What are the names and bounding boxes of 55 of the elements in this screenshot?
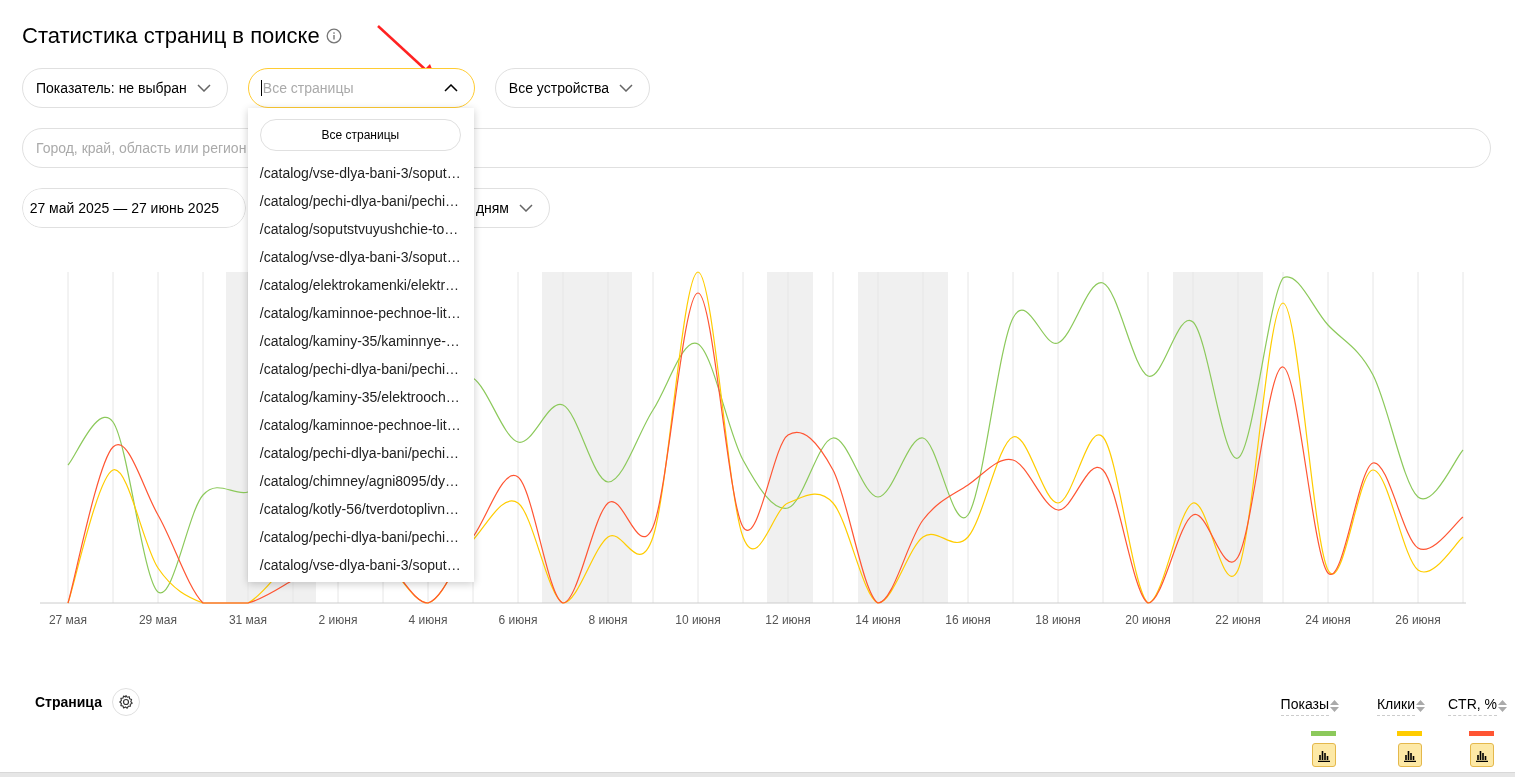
metric-select[interactable]: Показатель: не выбран bbox=[22, 68, 228, 108]
device-select[interactable]: Все устройства bbox=[494, 68, 650, 108]
column-header: Страница bbox=[35, 694, 102, 710]
axis-label: 2 июня bbox=[318, 613, 358, 627]
axis-label: 10 июня bbox=[675, 613, 721, 627]
axis-label: 31 мая bbox=[228, 613, 268, 627]
settings-icon bbox=[117, 694, 134, 710]
dropdown-option[interactable]: /catalog/kaminnoe-pechnoe-lit… bbox=[247, 411, 474, 439]
dropdown-option[interactable]: /catalog/kotly-56/tverdotoplivn… bbox=[247, 495, 474, 523]
bar-chart-icon bbox=[1317, 748, 1331, 762]
date-range-select[interactable]: 27 май 2025 — 27 июнь 2025 bbox=[22, 188, 246, 228]
axis-label: 12 июня bbox=[765, 613, 811, 627]
column-header[interactable]: CTR, % bbox=[1448, 696, 1508, 716]
dropdown-option[interactable]: /catalog/vse-dlya-bani-3/soput… bbox=[247, 243, 474, 271]
axis-label: 16 июня bbox=[945, 613, 991, 627]
all-pages-button[interactable]: Все страницы bbox=[259, 119, 461, 151]
axis-label: 20 июня bbox=[1125, 613, 1171, 627]
axis-label: 29 мая bbox=[138, 613, 178, 627]
axis-label: 6 июня bbox=[498, 613, 538, 627]
dropdown-option[interactable]: /catalog/vse-dlya-bani-3/soput… bbox=[247, 551, 474, 579]
bar-chart-icon bbox=[1475, 748, 1489, 762]
dropdown-option[interactable]: /catalog/kaminy-35/elektrooch… bbox=[247, 383, 474, 411]
dropdown-option[interactable]: /catalog/kaminnoe-pechnoe-lit… bbox=[247, 299, 474, 327]
caret-up-icon bbox=[443, 84, 458, 92]
column-header[interactable]: Клики bbox=[1376, 696, 1426, 716]
info-icon[interactable] bbox=[325, 27, 342, 44]
axis-label: 8 июня bbox=[588, 613, 628, 627]
caret-down-icon bbox=[519, 204, 533, 212]
axis-label: 24 июня bbox=[1305, 613, 1351, 627]
axis-label: 27 мая bbox=[48, 613, 88, 627]
bar-chart-icon bbox=[1403, 748, 1417, 762]
axis-label: 26 июня bbox=[1395, 613, 1441, 627]
page-title: Статистика страниц в поиске bbox=[22, 22, 320, 49]
column-header[interactable]: Показы bbox=[1280, 696, 1340, 716]
chart-toggle-button[interactable] bbox=[1470, 743, 1494, 767]
axis-label: 14 июня bbox=[855, 613, 901, 627]
chart-toggle-button[interactable] bbox=[1312, 743, 1336, 767]
settings-button[interactable] bbox=[111, 688, 140, 716]
dropdown-option[interactable]: /catalog/pechi-dlya-bani/pechi… bbox=[247, 355, 474, 383]
region-field[interactable]: Город, край, область или регион bbox=[36, 140, 248, 156]
chart-toggle-button[interactable] bbox=[1398, 743, 1422, 767]
dropdown-option[interactable]: /catalog/elektrokamenki/elektr… bbox=[247, 271, 474, 299]
dropdown-option[interactable]: /catalog/vse-dlya-bani-3/soput… bbox=[247, 159, 474, 187]
page-select[interactable]: Все страницы bbox=[247, 68, 475, 108]
dropdown-option[interactable]: /catalog/kaminy-35/kaminnye-… bbox=[247, 327, 474, 355]
axis-label: 4 июня bbox=[408, 613, 448, 627]
dropdown-option[interactable]: /catalog/soputstvuyushchie-to… bbox=[247, 215, 474, 243]
caret-down-icon bbox=[619, 84, 633, 92]
axis-label: 22 июня bbox=[1215, 613, 1261, 627]
dropdown-option[interactable]: /catalog/chimney/agni8095/dy… bbox=[247, 467, 474, 495]
axis-label: 18 июня bbox=[1035, 613, 1081, 627]
dropdown-option[interactable]: /catalog/pechi-dlya-bani/pechi… bbox=[247, 439, 474, 467]
dropdown-option[interactable]: /catalog/pechi-dlya-bani/pechi… bbox=[247, 187, 474, 215]
dropdown-option[interactable]: /catalog/pechi-dlya-bani/pechi… bbox=[247, 523, 474, 551]
caret-down-icon bbox=[196, 84, 211, 92]
